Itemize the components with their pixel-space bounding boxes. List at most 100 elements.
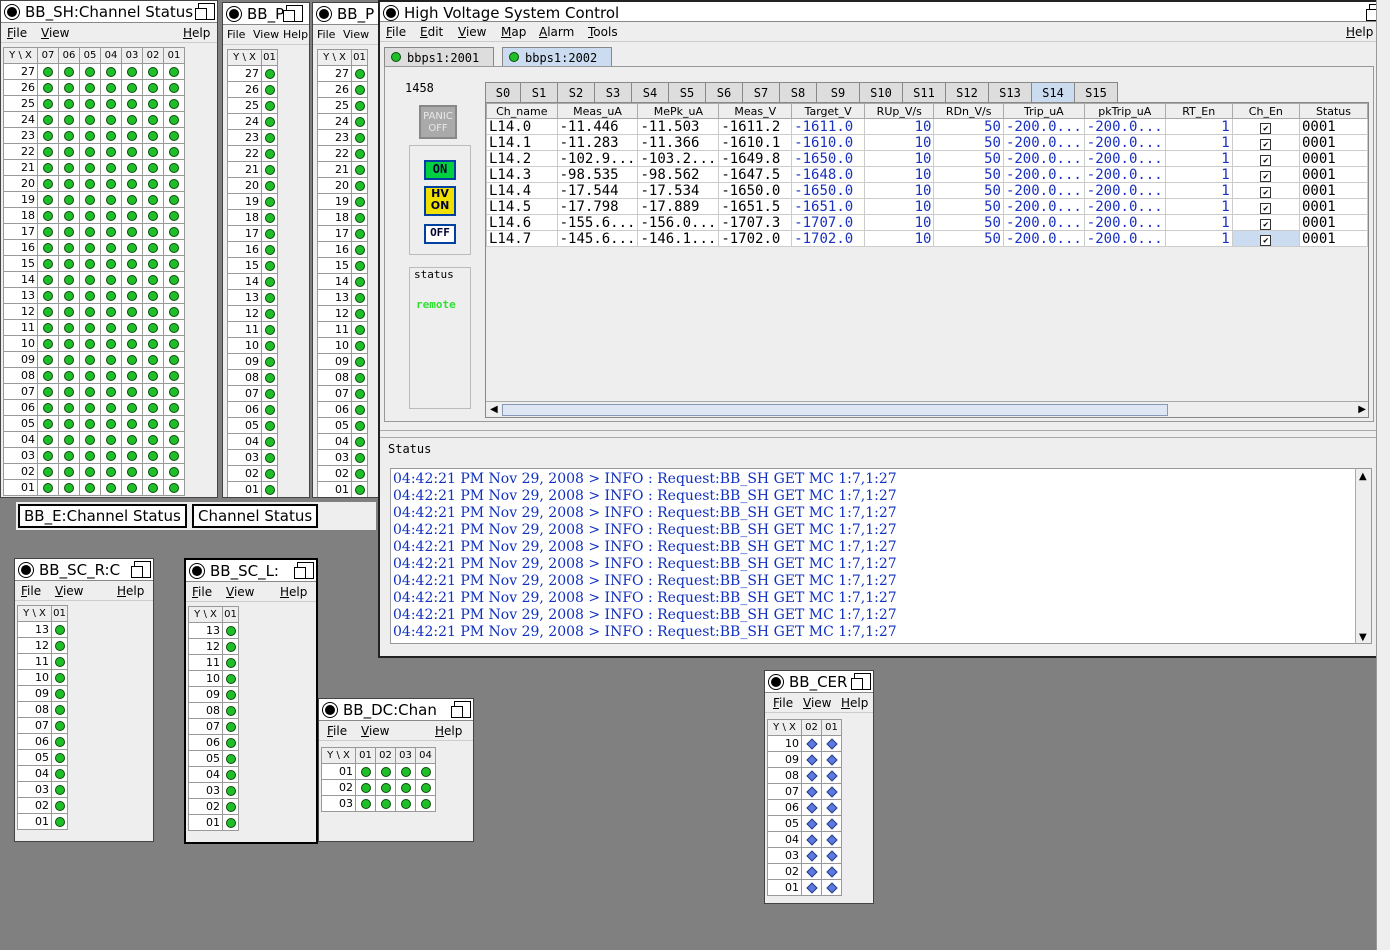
table-cell[interactable]: 50 (933, 198, 1004, 215)
table-cell[interactable]: -1649.8 (718, 150, 793, 167)
channel-cell[interactable] (142, 447, 164, 464)
channel-cell[interactable] (261, 145, 278, 162)
tab-slot-s15[interactable]: S15 (1074, 82, 1118, 102)
tab-slot-s8[interactable]: S8 (779, 82, 817, 102)
channel-cell[interactable] (821, 831, 842, 848)
menu-view[interactable]: View (458, 25, 486, 39)
channel-cell[interactable] (142, 175, 164, 192)
channel-cell[interactable] (801, 863, 822, 880)
column-header[interactable]: RT_En (1164, 103, 1233, 119)
channel-cell[interactable] (121, 463, 143, 480)
channel-cell[interactable] (100, 255, 122, 272)
channel-cell[interactable] (261, 401, 278, 418)
channel-cell[interactable] (142, 319, 164, 336)
channel-cell[interactable] (261, 225, 278, 242)
table-cell[interactable]: 0001 (1298, 134, 1368, 151)
channel-cell[interactable] (351, 241, 368, 258)
table-cell[interactable]: 0001 (1298, 198, 1368, 215)
checkbox-icon[interactable]: ✔ (1260, 122, 1272, 134)
channel-cell[interactable] (100, 239, 122, 256)
table-cell[interactable]: -200.0... (1083, 166, 1166, 183)
channel-cell[interactable] (51, 781, 68, 798)
bb-sh-window[interactable]: BB_SH:Channel Status File View Help Y \ … (0, 0, 218, 498)
channel-cell[interactable] (142, 111, 164, 128)
tab-slot-s6[interactable]: S6 (705, 82, 743, 102)
channel-cell[interactable] (121, 207, 143, 224)
channel-cell[interactable] (222, 654, 239, 671)
table-cell[interactable]: 10 (864, 182, 935, 199)
channel-cell[interactable] (801, 735, 822, 752)
channel-cell[interactable] (100, 191, 122, 208)
channel-cell[interactable] (351, 369, 368, 386)
channel-cell[interactable] (79, 399, 101, 416)
channel-cell[interactable] (222, 686, 239, 703)
channel-cell[interactable] (415, 779, 436, 796)
channel-cell[interactable] (163, 287, 185, 304)
table-cell[interactable]: -17.544 (556, 182, 639, 199)
maximize-icon[interactable] (294, 562, 314, 579)
channel-cell[interactable] (121, 95, 143, 112)
channel-cell[interactable] (222, 798, 239, 815)
channel-cell[interactable] (801, 831, 822, 848)
channel-cell[interactable] (79, 447, 101, 464)
table-cell[interactable]: -200.0... (1002, 134, 1085, 151)
channel-cell[interactable] (121, 175, 143, 192)
channel-cell[interactable] (100, 159, 122, 176)
channel-cell[interactable] (801, 815, 822, 832)
table-cell[interactable]: ✔ (1231, 230, 1300, 247)
channel-cell[interactable] (37, 399, 59, 416)
table-cell[interactable]: ✔ (1231, 182, 1300, 199)
table-cell[interactable]: -1702.0 (791, 230, 866, 247)
tab-slot-s3[interactable]: S3 (594, 82, 632, 102)
window-menu-icon[interactable] (227, 7, 241, 21)
channel-cell[interactable] (121, 431, 143, 448)
vertical-scrollbar[interactable]: ▲ ▼ (1355, 469, 1371, 643)
channel-cell[interactable] (261, 481, 278, 497)
tab-slot-s14[interactable]: S14 (1031, 82, 1075, 102)
channel-cell[interactable] (79, 431, 101, 448)
channel-cell[interactable] (37, 63, 59, 80)
channel-cell[interactable] (37, 463, 59, 480)
channel-cell[interactable] (100, 479, 122, 496)
channel-cell[interactable] (261, 449, 278, 466)
channel-cell[interactable] (121, 303, 143, 320)
table-cell[interactable]: L14.1 (486, 134, 558, 151)
channel-cell[interactable] (58, 367, 80, 384)
table-cell[interactable]: 0001 (1298, 166, 1368, 183)
channel-cell[interactable] (121, 479, 143, 496)
channel-cell[interactable] (142, 95, 164, 112)
channel-cell[interactable] (58, 191, 80, 208)
window-menu-icon[interactable] (384, 6, 398, 20)
channel-cell[interactable] (351, 129, 368, 146)
channel-cell[interactable] (355, 795, 376, 812)
table-cell[interactable]: -1610.0 (791, 134, 866, 151)
column-header[interactable]: Trip_uA (1002, 103, 1085, 119)
channel-cell[interactable] (415, 763, 436, 780)
table-row[interactable]: L14.3 -98.535 -98.562 -1647.5 -1648.0 10 50 -20… (486, 166, 1368, 183)
table-cell[interactable]: -200.0... (1083, 118, 1166, 135)
table-cell[interactable]: 1 (1164, 214, 1233, 231)
channel-cell[interactable] (37, 319, 59, 336)
table-cell[interactable]: -1647.5 (718, 166, 793, 183)
channel-cell[interactable] (100, 351, 122, 368)
channel-cell[interactable] (100, 95, 122, 112)
table-row[interactable]: L14.6 -155.6... -156.0... -1707.3 -1707.0 10 5… (486, 214, 1368, 231)
menu-alarm[interactable]: Alarm (539, 25, 574, 39)
checkbox-icon[interactable]: ✔ (1260, 202, 1272, 214)
table-cell[interactable]: -200.0... (1002, 230, 1085, 247)
checkbox-icon[interactable]: ✔ (1260, 218, 1272, 230)
channel-cell[interactable] (142, 351, 164, 368)
channel-cell[interactable] (142, 271, 164, 288)
tab-slot-s11[interactable]: S11 (902, 82, 946, 102)
channel-cell[interactable] (100, 463, 122, 480)
table-cell[interactable]: L14.6 (486, 214, 558, 231)
table-cell[interactable]: -17.798 (556, 198, 639, 215)
channel-cell[interactable] (351, 353, 368, 370)
channel-cell[interactable] (163, 239, 185, 256)
channel-cell[interactable] (261, 385, 278, 402)
channel-cell[interactable] (37, 271, 59, 288)
channel-cell[interactable] (79, 207, 101, 224)
channel-cell[interactable] (261, 465, 278, 482)
channel-cell[interactable] (79, 191, 101, 208)
menu-help[interactable]: Help (183, 26, 210, 40)
